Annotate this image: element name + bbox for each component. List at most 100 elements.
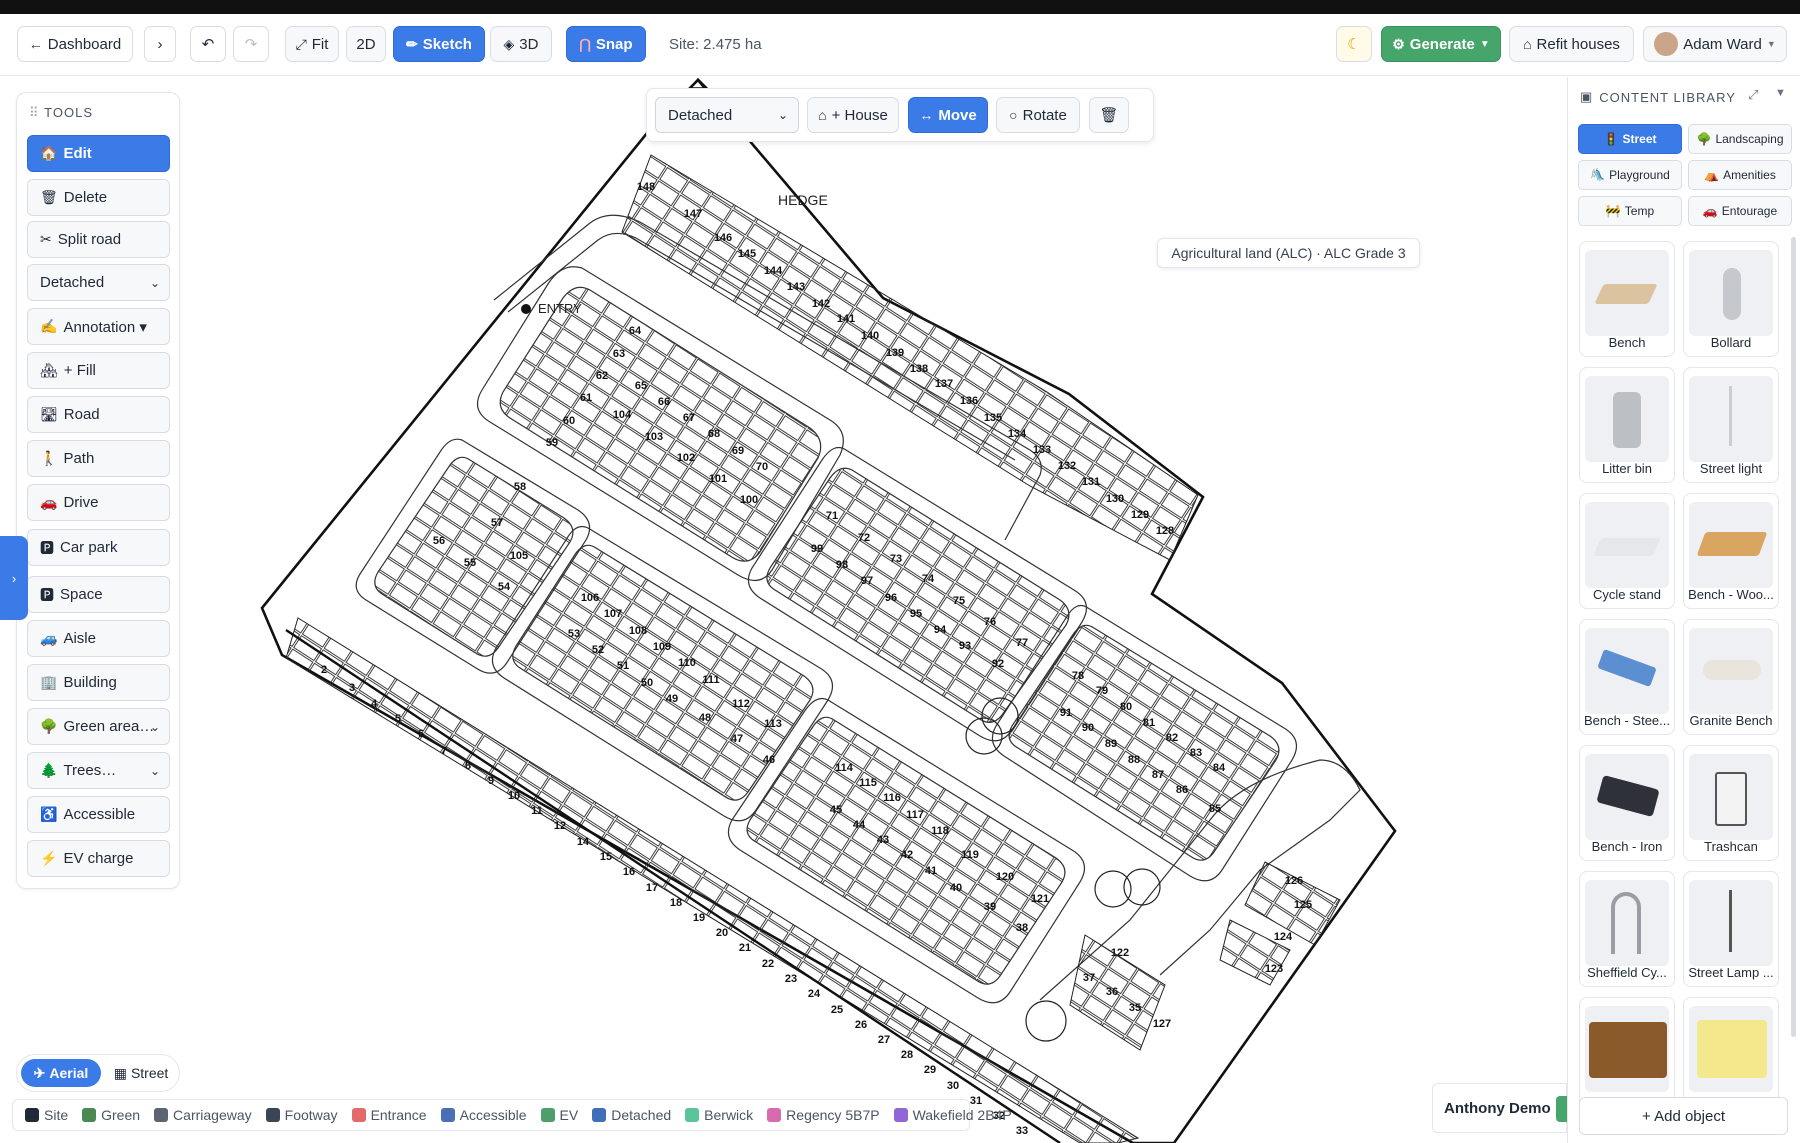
- plot-number[interactable]: 74: [922, 573, 935, 585]
- plot-number[interactable]: 59: [546, 437, 558, 449]
- plot-number[interactable]: 71: [826, 510, 838, 522]
- plot-number[interactable]: 29: [924, 1064, 936, 1076]
- plot-number[interactable]: 126: [1285, 875, 1303, 887]
- library-item-trashcan[interactable]: ↔Trashcan: [1683, 745, 1779, 861]
- plot-number[interactable]: 23: [785, 973, 797, 985]
- plot-number[interactable]: 25: [831, 1004, 843, 1016]
- library-tab-amenities[interactable]: ⛺ Amenities: [1688, 160, 1792, 190]
- plot-number[interactable]: 84: [1213, 762, 1226, 774]
- plot-number[interactable]: 91: [1060, 707, 1072, 719]
- snap-button[interactable]: ⋂ Snap: [566, 26, 646, 62]
- plot-number[interactable]: 137: [935, 378, 953, 390]
- plot-number[interactable]: 76: [984, 616, 996, 628]
- plot-number[interactable]: 2: [321, 664, 327, 676]
- refit-houses-button[interactable]: ⌂ Refit houses: [1509, 26, 1634, 62]
- aerial-view-button[interactable]: ✈ Aerial: [21, 1059, 101, 1087]
- plot-number[interactable]: 36: [1106, 986, 1118, 998]
- plot-number[interactable]: 132: [1058, 460, 1076, 472]
- tool-space[interactable]: 🅿 Space: [27, 576, 170, 613]
- plot-number[interactable]: 116: [883, 792, 901, 804]
- legend-item-regency-5b7p[interactable]: Regency 5B7P: [767, 1107, 880, 1123]
- plot-number[interactable]: 77: [1016, 637, 1028, 649]
- plot-number[interactable]: 46: [763, 754, 775, 766]
- legend-item-wakefield-2b4p[interactable]: Wakefield 2B4P: [893, 1107, 1012, 1123]
- legend-item-entrance[interactable]: Entrance: [351, 1107, 427, 1123]
- library-item-bench-stee[interactable]: ↔Bench - Stee...: [1579, 619, 1675, 735]
- plot-number[interactable]: 44: [853, 819, 866, 831]
- plot-number[interactable]: 67: [683, 412, 695, 424]
- view-3d-button[interactable]: ◈ 3D: [490, 26, 552, 62]
- plot-number[interactable]: 26: [855, 1019, 867, 1031]
- tool-drive[interactable]: 🚗 Drive: [27, 484, 170, 521]
- plot-number[interactable]: 70: [756, 461, 768, 473]
- plot-number[interactable]: 18: [670, 897, 682, 909]
- plot-number[interactable]: 127: [1153, 1018, 1171, 1030]
- plot-number[interactable]: 12: [554, 820, 566, 832]
- plot-number[interactable]: 28: [901, 1049, 913, 1061]
- plot-number[interactable]: 48: [699, 712, 711, 724]
- plot-number[interactable]: 86: [1176, 784, 1188, 796]
- undo-button[interactable]: ↶: [190, 26, 226, 62]
- library-scrollbar[interactable]: [1791, 237, 1796, 1037]
- tool-road[interactable]: 🛣 Road: [27, 396, 170, 433]
- plot-number[interactable]: 99: [811, 543, 823, 555]
- library-tab-playground[interactable]: 🛝 Playground: [1578, 160, 1682, 190]
- plot-number[interactable]: 37: [1083, 972, 1095, 984]
- plot-number[interactable]: 64: [629, 325, 642, 337]
- sketch-button[interactable]: ✏ Sketch: [393, 26, 485, 62]
- plot-number[interactable]: 55: [464, 557, 476, 569]
- tool-ev-charge[interactable]: ⚡ EV charge: [27, 840, 170, 877]
- library-item-bench-iron[interactable]: ↔Bench - Iron: [1579, 745, 1675, 861]
- redo-button[interactable]: ↷: [233, 26, 269, 62]
- plot-number[interactable]: 118: [931, 825, 949, 837]
- plot-number[interactable]: 140: [861, 330, 879, 342]
- legend-item-carriageway[interactable]: Carriageway: [154, 1107, 252, 1123]
- plot-number[interactable]: 72: [858, 532, 870, 544]
- plot-number[interactable]: 56: [433, 535, 445, 547]
- plot-number[interactable]: 19: [693, 912, 705, 924]
- plot-number[interactable]: 33: [1016, 1125, 1028, 1137]
- plot-number[interactable]: 104: [613, 409, 632, 421]
- plot-number[interactable]: 135: [984, 412, 1002, 424]
- generate-button[interactable]: ⚙ Generate ▼: [1381, 26, 1501, 62]
- plot-number[interactable]: 148: [637, 181, 655, 193]
- tool-car-park[interactable]: 🅿 Car park: [27, 529, 170, 566]
- plot-number[interactable]: 42: [901, 849, 913, 861]
- plot-number[interactable]: 43: [877, 834, 889, 846]
- library-tab-entourage[interactable]: 🚗 Entourage: [1688, 196, 1792, 226]
- tool-trees[interactable]: 🌲 Trees… ⌄: [27, 752, 170, 789]
- legend-item-berwick[interactable]: Berwick: [685, 1107, 753, 1123]
- site-plan-canvas[interactable]: HEDGE ENTRY 148 147 146 145 144 143 142 141 140 1…: [182, 77, 1567, 1143]
- plot-number[interactable]: 111: [702, 674, 719, 686]
- legend-item-detached[interactable]: Detached: [592, 1107, 671, 1123]
- plot-number[interactable]: 80: [1120, 701, 1132, 713]
- view-2d-button[interactable]: 2D: [346, 26, 386, 62]
- plot-number[interactable]: 89: [1105, 738, 1117, 750]
- plot-number[interactable]: 92: [992, 658, 1004, 670]
- plot-number[interactable]: 16: [623, 866, 635, 878]
- library-item-bollard[interactable]: ↔Bollard: [1683, 241, 1779, 357]
- plot-number[interactable]: 88: [1128, 754, 1140, 766]
- plot-number[interactable]: 144: [764, 265, 783, 277]
- library-item-granite-bench[interactable]: ↔Granite Bench: [1683, 619, 1779, 735]
- plot-number[interactable]: 133: [1033, 444, 1051, 456]
- plot-number[interactable]: 85: [1209, 803, 1221, 815]
- library-tab-landscaping[interactable]: 🌳 Landscaping: [1688, 124, 1792, 154]
- plot-number[interactable]: 100: [740, 494, 758, 506]
- library-item-litter-bin[interactable]: ↔Litter bin: [1579, 367, 1675, 483]
- plot-number[interactable]: 35: [1129, 1002, 1141, 1014]
- plot-number[interactable]: 93: [959, 640, 971, 652]
- legend-item-footway[interactable]: Footway: [265, 1107, 338, 1123]
- plot-number[interactable]: 81: [1143, 717, 1155, 729]
- plot-number[interactable]: 113: [764, 718, 782, 730]
- delete-house-button[interactable]: 🗑: [1089, 97, 1129, 133]
- tool-accessible[interactable]: ♿ Accessible: [27, 796, 170, 833]
- plot-number[interactable]: 45: [830, 804, 842, 816]
- plot-number[interactable]: 145: [738, 248, 756, 260]
- plot-number[interactable]: 17: [646, 882, 658, 894]
- plot-number[interactable]: 117: [906, 809, 924, 821]
- tool-delete[interactable]: 🗑 Delete: [27, 179, 170, 216]
- plot-number[interactable]: 123: [1265, 963, 1283, 975]
- library-item-street-lamp[interactable]: ↔Street Lamp ...: [1683, 871, 1779, 987]
- library-item-bench[interactable]: ↔Bench: [1579, 241, 1675, 357]
